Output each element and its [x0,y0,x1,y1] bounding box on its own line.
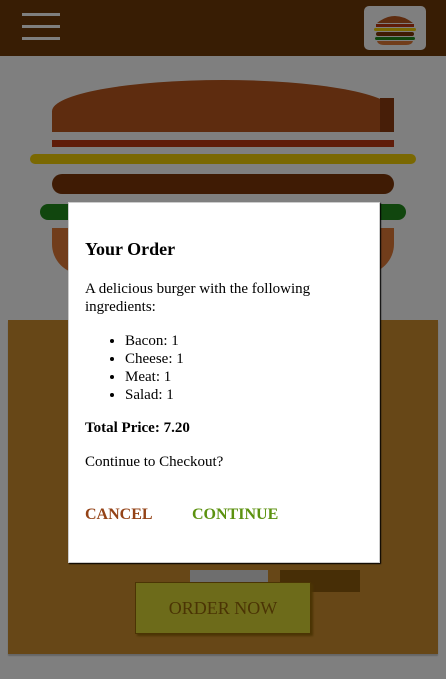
modal-description: A delicious burger with the following in… [85,281,311,315]
checkout-question: Continue to Checkout? [85,454,224,470]
list-item: Cheese: 1 [125,350,184,368]
list-item: Meat: 1 [125,368,184,386]
list-item: Bacon: 1 [125,332,184,350]
continue-button[interactable]: CONTINUE [192,506,278,524]
cancel-button[interactable]: CANCEL [85,506,153,524]
total-price: Total Price: 7.20 [85,420,190,436]
list-item: Salad: 1 [125,386,184,404]
modal-title: Your Order [85,239,176,259]
ingredient-list: Bacon: 1 Cheese: 1 Meat: 1 Salad: 1 [125,332,184,404]
order-summary-modal: Your Order A delicious burger with the f… [68,202,380,563]
